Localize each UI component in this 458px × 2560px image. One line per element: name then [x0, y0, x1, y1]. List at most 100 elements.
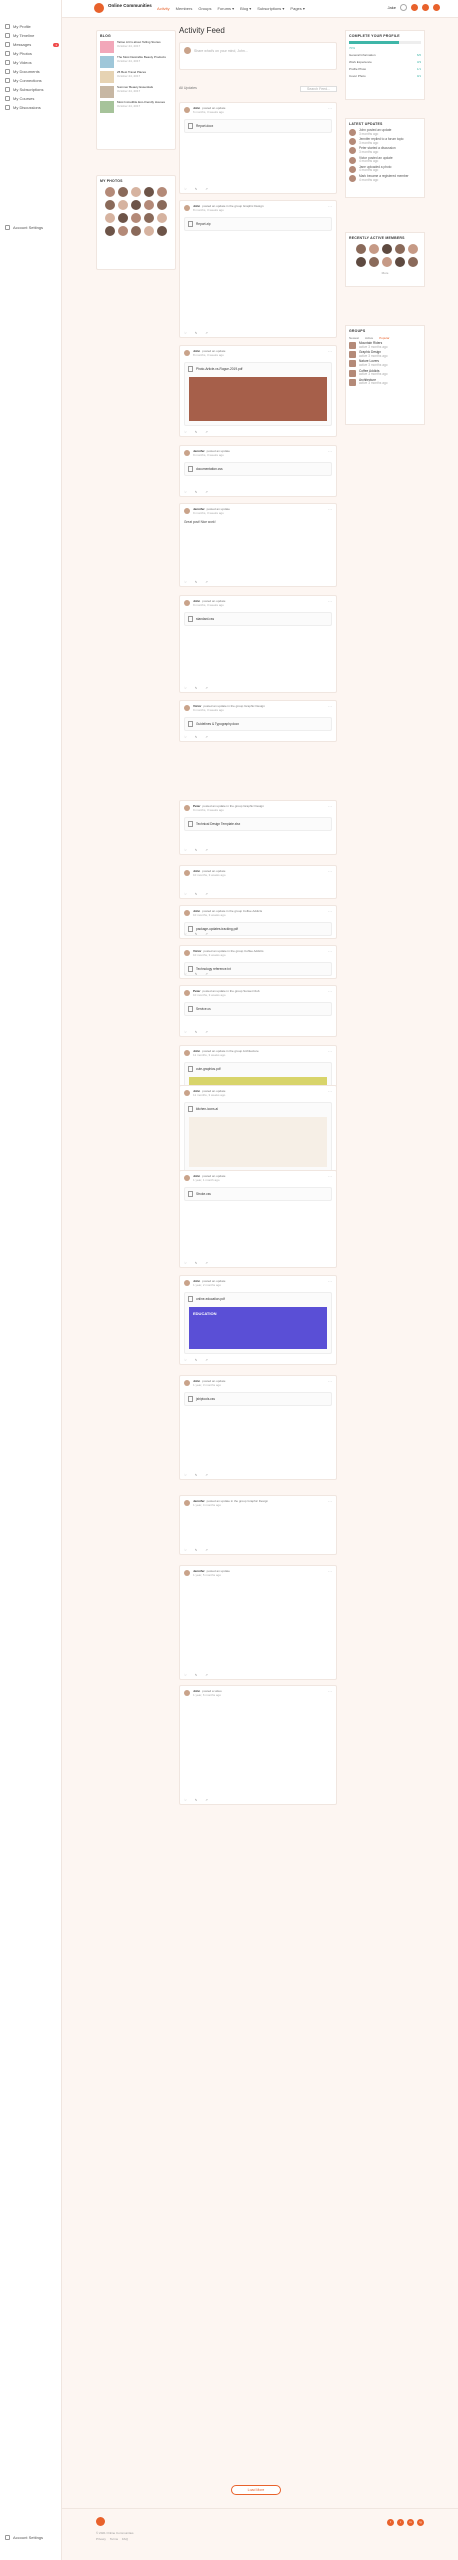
- footer-link[interactable]: Privacy: [96, 2537, 106, 2541]
- photo-thumbnail[interactable]: [144, 187, 154, 197]
- menu-item[interactable]: Activity: [157, 6, 170, 11]
- post-share-button[interactable]: ↗: [205, 848, 208, 852]
- photo-thumbnail[interactable]: [131, 226, 141, 236]
- more-options-icon[interactable]: ⋯: [328, 599, 332, 604]
- post-like-button[interactable]: ♡: [184, 490, 187, 494]
- post-share-button[interactable]: ↗: [205, 1261, 208, 1265]
- groups-tab[interactable]: Newest: [349, 336, 359, 340]
- photo-thumbnail[interactable]: [118, 187, 128, 197]
- post-like-button[interactable]: ♡: [184, 1030, 187, 1034]
- member-avatar[interactable]: [369, 257, 379, 267]
- post-share-button[interactable]: ↗: [205, 580, 208, 584]
- post-like-button[interactable]: ♡: [184, 187, 187, 191]
- post-share-button[interactable]: ↗: [205, 1473, 208, 1477]
- photo-thumbnail[interactable]: [118, 226, 128, 236]
- feed-filter[interactable]: All Updates: [179, 86, 197, 90]
- more-options-icon[interactable]: ⋯: [328, 869, 332, 874]
- more-options-icon[interactable]: ⋯: [328, 106, 332, 111]
- post-comment-button[interactable]: ✎: [195, 430, 198, 434]
- site-logo[interactable]: [94, 3, 104, 13]
- attachment-name[interactable]: Report.docx: [196, 124, 213, 128]
- attachment-card[interactable]: kitchen-icons.ai: [184, 1102, 332, 1172]
- post-comment-button[interactable]: ✎: [195, 187, 198, 191]
- attachment-card[interactable]: Guidelines & Typography.docx: [184, 717, 332, 731]
- menu-item[interactable]: Members: [176, 6, 193, 11]
- avatar[interactable]: [184, 1280, 190, 1286]
- post-share-button[interactable]: ↗: [205, 1548, 208, 1552]
- group-item[interactable]: Mountain Riders active 3 months ago: [349, 341, 421, 350]
- attachment-card[interactable]: Report.zip: [184, 217, 332, 231]
- post-share-button[interactable]: ↗: [205, 187, 208, 191]
- more-options-icon[interactable]: ⋯: [328, 1279, 332, 1284]
- member-avatar[interactable]: [395, 257, 405, 267]
- avatar[interactable]: [184, 705, 190, 711]
- post-share-button[interactable]: ↗: [205, 892, 208, 896]
- leftnav-settings[interactable]: Account Settings: [5, 225, 59, 230]
- attachment-name[interactable]: Stroke.css: [196, 1192, 211, 1196]
- post-comment-button[interactable]: ✎: [195, 1358, 198, 1362]
- more-options-icon[interactable]: ⋯: [328, 989, 332, 994]
- post-share-button[interactable]: ↗: [205, 735, 208, 739]
- more-options-icon[interactable]: ⋯: [328, 1089, 332, 1094]
- post-like-button[interactable]: ♡: [184, 580, 187, 584]
- load-more-button[interactable]: Load More: [231, 2485, 281, 2495]
- more-options-icon[interactable]: ⋯: [328, 349, 332, 354]
- menu-item[interactable]: Forums ▾: [217, 6, 234, 11]
- avatar[interactable]: [184, 910, 190, 916]
- avatar[interactable]: [184, 350, 190, 356]
- attachment-name[interactable]: Report.zip: [196, 222, 211, 226]
- update-item[interactable]: Peter started a discussion 3 months ago: [349, 147, 421, 155]
- avatar[interactable]: [184, 107, 190, 113]
- post-comment-button[interactable]: ✎: [195, 1030, 198, 1034]
- post-comment-button[interactable]: ✎: [195, 1548, 198, 1552]
- social-icon[interactable]: ig: [417, 2519, 424, 2526]
- profile-step[interactable]: Work Experience 3/3: [349, 60, 421, 64]
- photo-thumbnail[interactable]: [118, 200, 128, 210]
- more-options-icon[interactable]: ⋯: [328, 1174, 332, 1179]
- notifications-icon[interactable]: [422, 4, 429, 11]
- attachment-name[interactable]: kitchen-icons.ai: [196, 1107, 218, 1111]
- photo-thumbnail[interactable]: [131, 200, 141, 210]
- profile-step[interactable]: Profile Photo 1/1: [349, 67, 421, 71]
- photo-thumbnail[interactable]: [105, 226, 115, 236]
- photo-thumbnail[interactable]: [131, 213, 141, 223]
- member-avatar[interactable]: [408, 244, 418, 254]
- member-avatar[interactable]: [356, 257, 366, 267]
- photo-thumbnail[interactable]: [144, 226, 154, 236]
- more-options-icon[interactable]: ⋯: [328, 804, 332, 809]
- post-comment-button[interactable]: ✎: [195, 686, 198, 690]
- post-comment-button[interactable]: ✎: [195, 1473, 198, 1477]
- post-share-button[interactable]: ↗: [205, 1358, 208, 1362]
- post-like-button[interactable]: ♡: [184, 430, 187, 434]
- menu-item[interactable]: Subscriptions ▾: [257, 6, 284, 11]
- attachment-name[interactable]: standard.css: [196, 617, 214, 621]
- attachment-card[interactable]: jshiptools.css: [184, 1392, 332, 1406]
- member-avatar[interactable]: [356, 244, 366, 254]
- avatar[interactable]: [184, 508, 190, 514]
- menu-item[interactable]: Pages ▾: [290, 6, 304, 11]
- photo-thumbnail[interactable]: [157, 187, 167, 197]
- post-like-button[interactable]: ♡: [184, 1473, 187, 1477]
- attachment-card[interactable]: Stroke.css: [184, 1187, 332, 1201]
- attachment-name[interactable]: cute-graphics.pdf: [196, 1067, 220, 1071]
- post-like-button[interactable]: ♡: [184, 972, 187, 976]
- leftnav-settings[interactable]: Account Settings: [5, 2535, 59, 2540]
- photo-thumbnail[interactable]: [157, 200, 167, 210]
- footer-link[interactable]: FAQ: [122, 2537, 128, 2541]
- post-comment-button[interactable]: ✎: [195, 892, 198, 896]
- post-share-button[interactable]: ↗: [205, 1673, 208, 1677]
- more-options-icon[interactable]: ⋯: [328, 507, 332, 512]
- group-item[interactable]: Nature Lovers active 3 months ago: [349, 360, 421, 368]
- update-item[interactable]: John posted an update 3 months ago: [349, 128, 421, 137]
- attachment-card[interactable]: online-education.pdf EDUCATION: [184, 1292, 332, 1354]
- post-like-button[interactable]: ♡: [184, 1673, 187, 1677]
- avatar[interactable]: [184, 1690, 190, 1696]
- leftnav-item[interactable]: My Videos: [5, 60, 59, 65]
- attachment-name[interactable]: online-education.pdf: [196, 1297, 225, 1301]
- more-options-icon[interactable]: ⋯: [328, 909, 332, 914]
- post-like-button[interactable]: ♡: [184, 1548, 187, 1552]
- members-more-link[interactable]: More: [346, 271, 424, 275]
- member-avatar[interactable]: [382, 257, 392, 267]
- more-options-icon[interactable]: ⋯: [328, 204, 332, 209]
- avatar[interactable]: [184, 1380, 190, 1386]
